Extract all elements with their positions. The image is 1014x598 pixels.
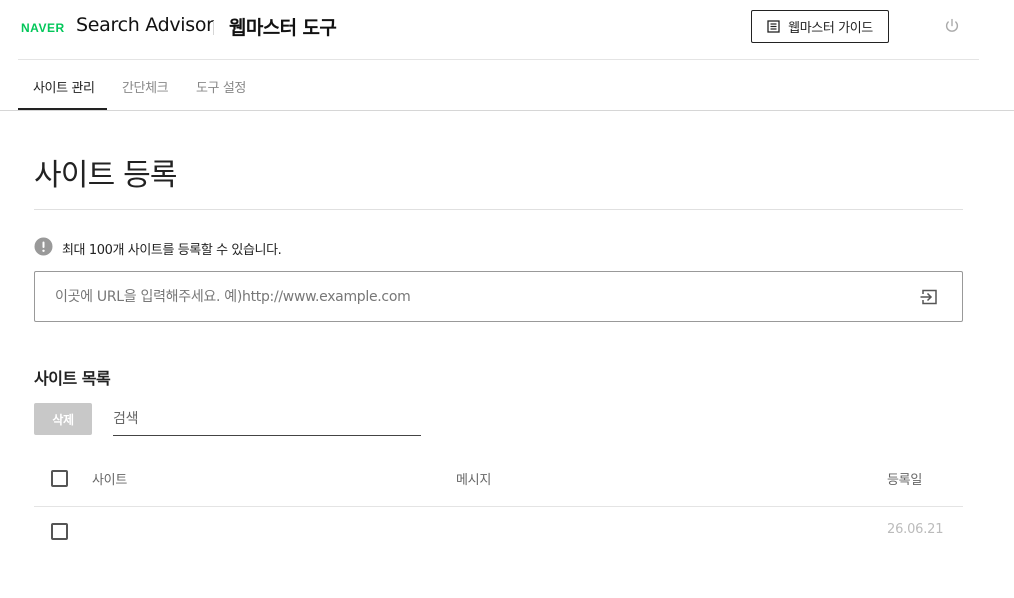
header: NAVER Search Advisor 웹마스터 도구 웹마스터 가이드	[0, 0, 1014, 60]
header-separator	[213, 21, 214, 35]
select-all-checkbox[interactable]	[51, 470, 68, 487]
tab-quick-check[interactable]: 간단체크	[122, 77, 169, 96]
search-advisor-title[interactable]: Search Advisor	[76, 14, 214, 36]
site-search-container	[113, 403, 421, 436]
row-checkbox[interactable]	[51, 523, 68, 540]
webmaster-guide-label: 웹마스터 가이드	[788, 21, 873, 36]
tab-site-management[interactable]: 사이트 관리	[33, 77, 95, 96]
exclamation-icon	[34, 237, 53, 260]
site-list-title: 사이트 목록	[34, 369, 111, 388]
webmaster-tool-title[interactable]: 웹마스터 도구	[229, 13, 337, 40]
naver-logo[interactable]: NAVER	[21, 21, 65, 35]
submit-arrow-icon[interactable]	[919, 287, 939, 307]
url-field-container	[34, 271, 963, 322]
guide-book-icon	[767, 20, 780, 33]
delete-button[interactable]: 삭제	[34, 403, 92, 435]
table-header-divider	[34, 506, 963, 507]
column-header-registered[interactable]: 등록일	[887, 469, 922, 488]
site-url-input[interactable]	[55, 272, 905, 321]
tab-tool-settings[interactable]: 도구 설정	[196, 77, 246, 96]
column-header-message: 메시지	[456, 473, 491, 488]
registration-notice: 최대 100개 사이트를 등록할 수 있습니다.	[34, 237, 282, 260]
page-title: 사이트 등록	[34, 158, 178, 193]
column-header-site: 사이트	[92, 473, 127, 488]
logout-power-icon[interactable]	[943, 17, 961, 35]
site-search-input[interactable]	[113, 403, 421, 435]
webmaster-guide-button[interactable]: 웹마스터 가이드	[751, 10, 889, 43]
tabs-divider	[0, 110, 1014, 111]
tab-bar: 사이트 관리 간단체크 도구 설정	[0, 60, 1014, 111]
notice-text: 최대 100개 사이트를 등록할 수 있습니다.	[62, 242, 282, 258]
title-divider	[34, 209, 963, 210]
row-registered-date: 26.06.21	[887, 522, 944, 537]
